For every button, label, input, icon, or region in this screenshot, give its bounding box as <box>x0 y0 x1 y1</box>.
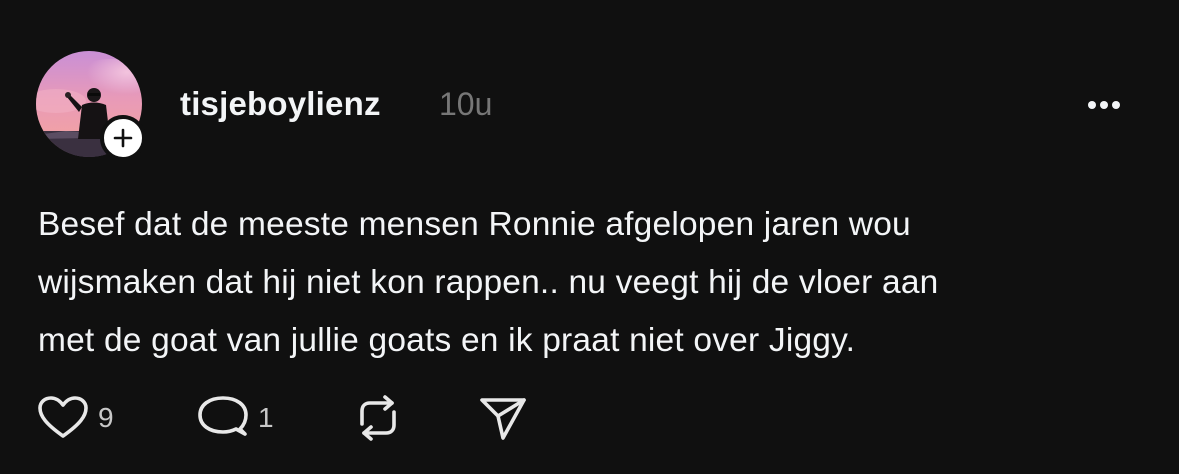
more-icon <box>1088 101 1120 109</box>
reply-count: 1 <box>258 402 274 433</box>
heart-icon <box>38 396 88 438</box>
post-text-line: Besef dat de meeste mensen Ronnie afgelo… <box>38 206 911 243</box>
post-text: Besef dat de meeste mensen Ronnie afgelo… <box>38 196 1148 370</box>
reply-button[interactable]: 1 <box>196 394 274 442</box>
post-text-line: wijsmaken dat hij niet kon rappen.. nu v… <box>38 264 939 301</box>
avatar-container[interactable] <box>36 51 146 161</box>
timestamp: 10u <box>439 86 493 122</box>
plus-icon <box>113 128 133 148</box>
post-text-line: met de goat van jullie goats en ik praat… <box>38 322 856 359</box>
repost-button[interactable] <box>352 394 404 442</box>
like-button[interactable]: 9 <box>36 394 114 442</box>
more-button[interactable] <box>1080 84 1128 124</box>
like-count: 9 <box>98 402 114 433</box>
follow-button[interactable] <box>100 115 146 161</box>
username[interactable]: tisjeboylienz <box>180 85 381 123</box>
share-button[interactable] <box>478 394 530 442</box>
send-icon <box>480 398 526 440</box>
comment-icon <box>198 396 248 436</box>
repost-icon <box>360 395 396 441</box>
